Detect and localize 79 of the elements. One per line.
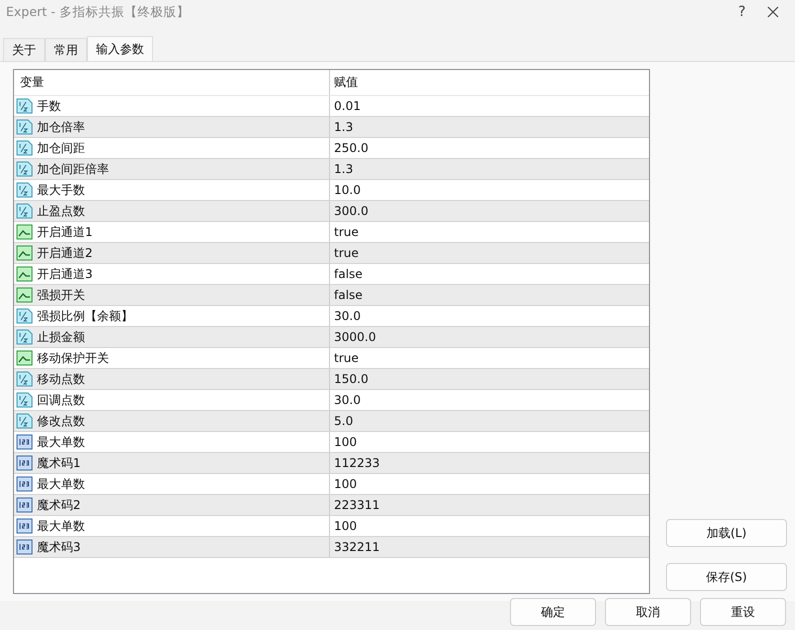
parameter-name: 修改点数 [37, 412, 85, 430]
integer-icon [16, 539, 33, 555]
fraction-icon [16, 98, 33, 114]
parameter-name: 手数 [37, 98, 61, 114]
fraction-icon [16, 329, 33, 345]
parameter-value[interactable]: 300.0 [334, 204, 368, 218]
parameter-value[interactable]: false [334, 267, 363, 281]
parameter-value[interactable]: 223311 [334, 498, 380, 512]
integer-icon [16, 518, 33, 534]
parameter-value[interactable]: true [334, 351, 359, 365]
chart-icon [16, 287, 33, 303]
parameter-name: 止损金额 [37, 328, 85, 346]
parameter-name: 加仓倍率 [37, 118, 85, 136]
tab[interactable]: 常用 [45, 38, 87, 61]
fraction-icon [16, 392, 33, 408]
parameter-name: 魔术码3 [37, 538, 81, 556]
tab[interactable]: 关于 [3, 38, 45, 61]
parameter-name: 强损开关 [37, 286, 85, 304]
parameter-name: 最大手数 [37, 182, 85, 198]
fraction-icon [16, 140, 33, 156]
dialog-button[interactable]: 确定 [510, 598, 596, 626]
integer-icon [16, 476, 33, 492]
parameter-name: 回调点数 [37, 392, 85, 408]
parameter-value[interactable]: 100 [334, 435, 357, 449]
tab[interactable]: 输入参数 [87, 36, 153, 61]
help-button[interactable]: ? [727, 4, 757, 20]
integer-icon [16, 455, 33, 471]
chart-icon [16, 350, 33, 366]
parameter-value[interactable]: true [334, 246, 359, 260]
parameter-name: 开启通道3 [37, 266, 93, 282]
parameter-value[interactable]: 100 [334, 477, 357, 491]
parameter-value[interactable]: 3000.0 [334, 330, 376, 344]
parameter-value[interactable]: 1.3 [334, 120, 354, 134]
parameter-value[interactable]: 100 [334, 519, 357, 533]
parameter-name: 魔术码2 [37, 496, 81, 514]
parameter-value[interactable]: 30.0 [334, 309, 361, 323]
parameter-name: 最大单数 [37, 434, 85, 450]
fraction-icon [16, 119, 33, 135]
column-header: 变量 [14, 70, 330, 95]
parameter-name: 开启通道2 [37, 244, 93, 262]
parameter-name: 止盈点数 [37, 202, 85, 220]
parameter-value[interactable]: 332211 [334, 540, 380, 554]
parameter-name: 开启通道1 [37, 224, 93, 240]
parameter-value[interactable]: 0.01 [334, 99, 361, 113]
window-title: Expert - 多指标共振【终极版】 [6, 4, 190, 20]
parameter-value[interactable]: 112233 [334, 456, 380, 470]
parameter-value[interactable]: 5.0 [334, 414, 354, 428]
fraction-icon [16, 182, 33, 198]
parameter-name: 最大单数 [37, 518, 85, 534]
parameter-name: 加仓间距倍率 [37, 160, 109, 178]
parameter-value[interactable]: 10.0 [334, 183, 361, 197]
fraction-icon [16, 413, 33, 429]
parameter-value[interactable]: false [334, 288, 363, 302]
close-icon[interactable] [767, 6, 779, 18]
parameter-value[interactable]: true [334, 225, 359, 239]
integer-icon [16, 434, 33, 450]
chart-icon [16, 245, 33, 261]
parameter-name: 移动保护开关 [37, 350, 109, 366]
integer-icon [16, 497, 33, 513]
dialog-button[interactable]: 取消 [605, 598, 691, 626]
side-button[interactable]: 保存(S) [666, 563, 787, 591]
fraction-icon [16, 203, 33, 219]
fraction-icon [16, 161, 33, 177]
parameter-value[interactable]: 30.0 [334, 393, 361, 407]
fraction-icon [16, 308, 33, 324]
chart-icon [16, 224, 33, 240]
column-header: 赋值 [333, 74, 359, 91]
dialog-button[interactable]: 重设 [700, 598, 786, 626]
parameter-name: 最大单数 [37, 476, 85, 492]
chart-icon [16, 266, 33, 282]
parameter-name: 移动点数 [37, 370, 85, 388]
parameter-value[interactable]: 250.0 [334, 141, 368, 155]
parameter-name: 加仓间距 [37, 140, 85, 156]
parameter-value[interactable]: 150.0 [334, 372, 368, 386]
side-button[interactable]: 加载(L) [666, 519, 787, 547]
fraction-icon [16, 371, 33, 387]
parameter-name: 强损比例【余额】 [37, 308, 133, 324]
parameter-name: 魔术码1 [37, 454, 81, 472]
parameter-value[interactable]: 1.3 [334, 162, 354, 176]
